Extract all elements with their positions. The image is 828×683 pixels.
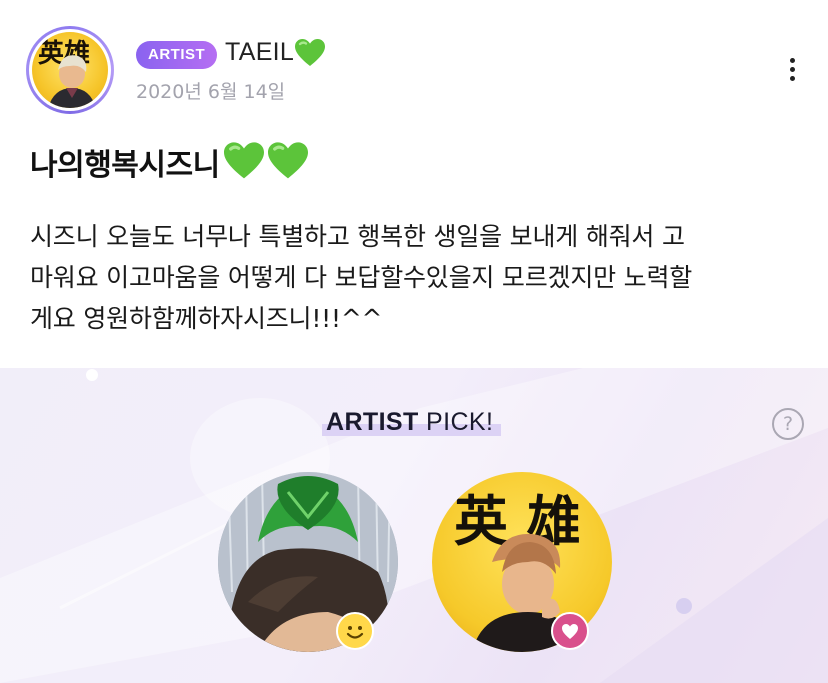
question-circle-icon[interactable]: ? (772, 408, 804, 440)
green-heart-icon (295, 39, 326, 67)
decor-dot (86, 369, 98, 381)
heart-glyph (562, 624, 578, 639)
green-heart-icon (267, 142, 308, 179)
avatar-inner: 英雄 (29, 29, 111, 111)
avatar-image: 英雄 (32, 32, 108, 108)
artist-avatar[interactable]: 英雄 (26, 26, 114, 114)
heart-icon[interactable] (551, 612, 589, 650)
decor-dot (676, 598, 692, 614)
title-hearts (222, 141, 310, 189)
more-dot (789, 67, 795, 72)
artist-pick-section: ARTIST PICK! ? 英 雄 (0, 368, 828, 683)
post-body: 시즈니 오늘도 너무나 특별하고 행복한 생일을 보내게 해줘서 고 마워요 이… (30, 216, 810, 339)
post-title: 나의행복시즈니 (30, 140, 310, 189)
pick-title-rest: PICK! (418, 408, 494, 436)
post-body-line: 게요 영원하함께하자시즈니!!!^^ (30, 304, 383, 333)
post-title-text: 나의행복시즈니 (30, 148, 220, 183)
post-body-line: 마워요 이고마움을 어떻게 다 보답할수있을지 모르겠지만 노력할 (30, 263, 693, 292)
smile-face-icon[interactable] (336, 612, 374, 650)
more-dot (789, 76, 795, 81)
smile-face-glyph (346, 626, 364, 639)
avatar-illustration: 英雄 (38, 39, 96, 108)
artist-badge: ARTIST (136, 41, 218, 69)
post-date: 2020년 6월 14일 (136, 81, 286, 103)
artist-name[interactable]: TAEIL (225, 38, 294, 66)
pick-title-bold: ARTIST (326, 408, 419, 436)
more-vertical-icon (789, 58, 795, 63)
artist-pick-title: ARTIST PICK! (322, 408, 502, 437)
artist-name-row[interactable]: TAEIL (225, 38, 326, 68)
post-header: 英雄 ARTIST TAEIL 2020년 6월 14일 (0, 0, 828, 130)
post-body-line: 시즈니 오늘도 너무나 특별하고 행복한 생일을 보내게 해줘서 고 (30, 222, 685, 251)
more-options-button[interactable] (780, 58, 804, 86)
green-heart-icon (223, 142, 264, 179)
